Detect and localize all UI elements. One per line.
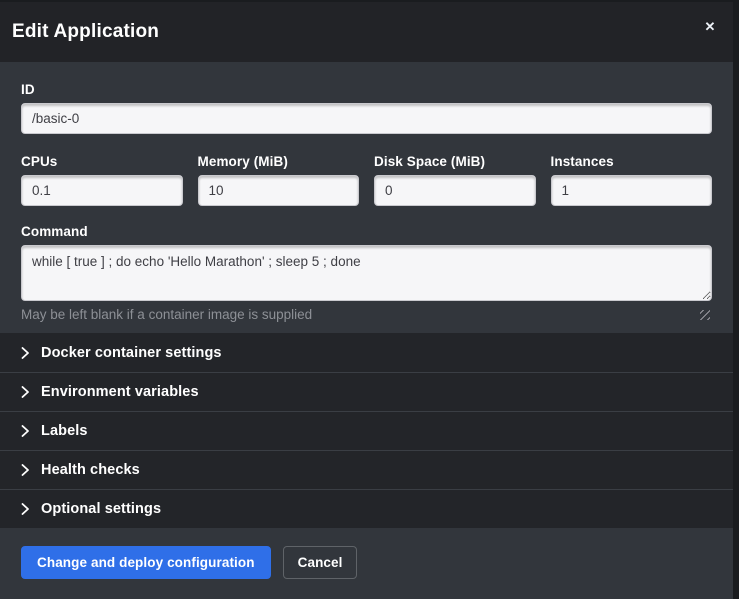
chevron-right-icon [21, 464, 30, 476]
chevron-right-icon [21, 503, 30, 515]
change-and-deploy-button[interactable]: Change and deploy configuration [21, 546, 271, 579]
close-icon[interactable]: ✕ [699, 16, 721, 38]
instances-input[interactable] [551, 175, 713, 206]
cpus-label: CPUs [21, 154, 183, 169]
command-textarea[interactable]: while [ true ] ; do echo 'Hello Marathon… [21, 245, 712, 301]
resources-grid: CPUs Memory (MiB) Disk Space (MiB) Insta… [21, 154, 712, 206]
disk-field-group: Disk Space (MiB) [374, 154, 536, 206]
accordion-row-health-checks[interactable]: Health checks [0, 450, 733, 489]
memory-field-group: Memory (MiB) [198, 154, 360, 206]
accordion-row-docker-container-settings[interactable]: Docker container settings [0, 333, 733, 372]
modal-title: Edit Application [12, 21, 159, 43]
accordion-label: Environment variables [41, 384, 199, 400]
memory-input[interactable] [198, 175, 360, 206]
cpus-input[interactable] [21, 175, 183, 206]
modal-header: Edit Application ✕ [0, 2, 733, 62]
edit-application-modal: Edit Application ✕ ID CPUs Memory (MiB) … [0, 2, 733, 599]
id-field-group: ID [21, 82, 712, 134]
accordion-row-optional-settings[interactable]: Optional settings [0, 489, 733, 528]
chevron-right-icon [21, 347, 30, 359]
cancel-button[interactable]: Cancel [283, 546, 358, 579]
accordion: Docker container settings Environment va… [0, 333, 733, 528]
command-field-group: Command while [ true ] ; do echo 'Hello … [21, 224, 712, 322]
accordion-row-labels[interactable]: Labels [0, 411, 733, 450]
instances-field-group: Instances [551, 154, 713, 206]
command-help-text: May be left blank if a container image i… [21, 307, 712, 322]
disk-label: Disk Space (MiB) [374, 154, 536, 169]
accordion-label: Health checks [41, 462, 140, 478]
disk-input[interactable] [374, 175, 536, 206]
cpus-field-group: CPUs [21, 154, 183, 206]
chevron-right-icon [21, 425, 30, 437]
id-input[interactable] [21, 103, 712, 134]
modal-footer: Change and deploy configuration Cancel [0, 528, 733, 599]
id-label: ID [21, 82, 712, 97]
accordion-label: Labels [41, 423, 88, 439]
accordion-row-environment-variables[interactable]: Environment variables [0, 372, 733, 411]
modal-body: ID CPUs Memory (MiB) Disk Space (MiB) In… [0, 62, 733, 333]
instances-label: Instances [551, 154, 713, 169]
command-label: Command [21, 224, 712, 239]
memory-label: Memory (MiB) [198, 154, 360, 169]
accordion-label: Docker container settings [41, 345, 222, 361]
accordion-label: Optional settings [41, 501, 161, 517]
chevron-right-icon [21, 386, 30, 398]
